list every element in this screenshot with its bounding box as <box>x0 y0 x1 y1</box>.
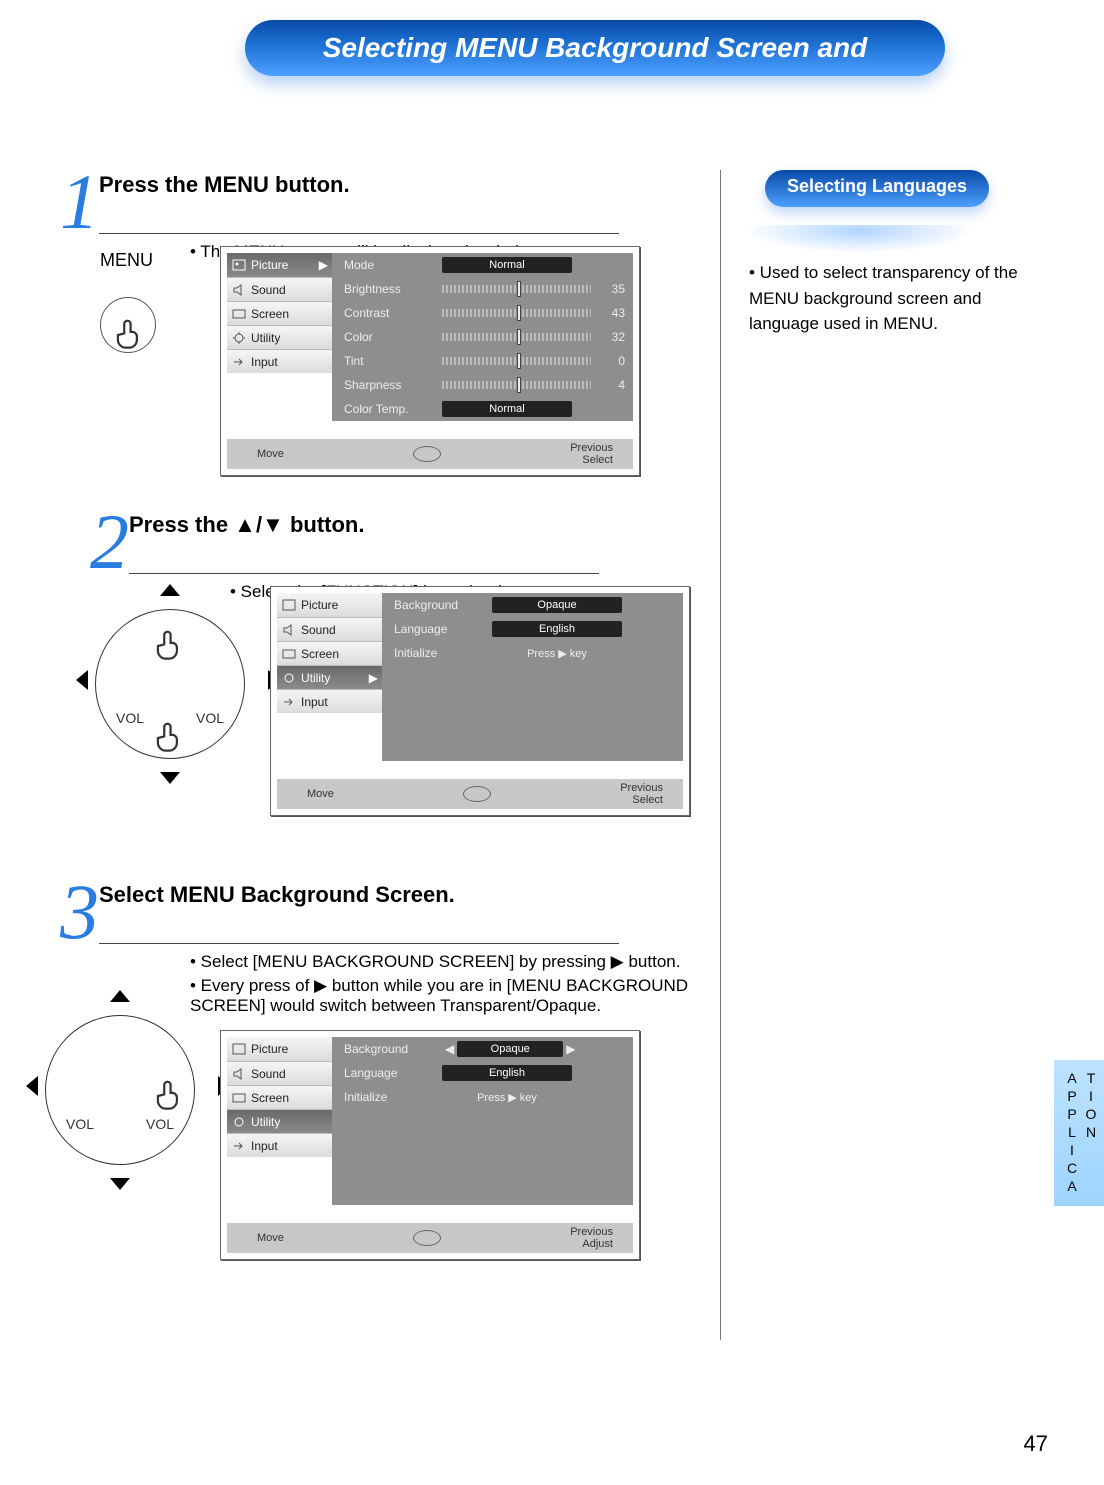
osd-menu-step2: Picture Sound Screen Utility▶ Input Back… <box>270 586 690 816</box>
remote-nav-icon: VOL VOL <box>80 574 260 794</box>
utility-icon <box>281 670 297 686</box>
value-box[interactable]: English <box>442 1065 572 1081</box>
hand-icon <box>150 1072 188 1120</box>
step3-sub1: • Select [MENU BACKGROUND SCREEN] by pre… <box>190 952 700 972</box>
triangle-right-icon: ▶ <box>319 253 328 277</box>
osd-sidebar-item[interactable]: Sound <box>227 277 332 301</box>
osd-sidebar-item[interactable]: Sound <box>277 617 382 641</box>
osd-sidebar: Picture Sound Screen Utility▶ Input <box>277 593 382 761</box>
screen-icon <box>281 646 297 662</box>
triangle-up-icon <box>160 584 180 596</box>
screen-icon <box>231 1090 247 1106</box>
triangle-down-icon <box>160 772 180 784</box>
utility-icon <box>231 330 247 346</box>
step1-number: 1 <box>60 170 99 234</box>
osd-content: ModeNormal Brightness35 Contrast43 Color… <box>332 253 633 421</box>
right-column: Selecting Languages • Used to select tra… <box>720 170 1040 1340</box>
triangle-left-icon <box>76 670 88 690</box>
menu-button-icon <box>100 297 156 353</box>
input-icon <box>231 1138 247 1154</box>
screen-icon <box>231 306 247 322</box>
step2-number: 2 <box>90 510 129 574</box>
step3-title: Select MENU Background Screen. <box>99 882 619 944</box>
step3-number: 3 <box>60 880 99 944</box>
hand-icon <box>150 714 188 762</box>
triangle-right-icon: ▶ <box>369 666 378 690</box>
hand-icon <box>150 622 188 670</box>
dpad-icon <box>409 442 445 466</box>
sound-icon <box>231 282 247 298</box>
osd-sidebar: Picture Sound Screen Utility Input <box>227 1037 332 1205</box>
slider[interactable] <box>442 333 591 341</box>
triangle-left-icon <box>26 1076 38 1096</box>
osd-sidebar: Picture▶ Sound Screen Utility Input <box>227 253 332 421</box>
osd-content: BackgroundOpaque LanguageEnglish Initial… <box>382 593 683 761</box>
osd-sidebar-item[interactable]: Sound <box>227 1061 332 1085</box>
triangle-left-icon[interactable]: ◀ <box>445 1042 454 1056</box>
osd-sidebar-item[interactable]: Utility <box>227 1109 332 1133</box>
utility-icon <box>231 1114 247 1130</box>
osd-hint-bar: Move PreviousSelect <box>227 439 633 469</box>
osd-sidebar-item[interactable]: Screen <box>227 301 332 325</box>
slider[interactable] <box>442 309 591 317</box>
osd-sidebar-item[interactable]: Input <box>227 1133 332 1157</box>
picture-icon <box>231 1041 247 1057</box>
osd-sidebar-item[interactable]: Input <box>277 689 382 713</box>
right-panel-title: Selecting Languages <box>765 170 989 207</box>
osd-sidebar-item[interactable]: Screen <box>277 641 382 665</box>
picture-icon <box>281 597 297 613</box>
step2-title: Press the ▲/▼ button. <box>129 512 599 574</box>
input-icon <box>281 694 297 710</box>
osd-sidebar-item[interactable]: Screen <box>227 1085 332 1109</box>
dpad-icon <box>409 1226 445 1250</box>
picture-icon <box>231 257 247 273</box>
dpad-icon <box>459 782 495 806</box>
osd-sidebar-item[interactable]: Utility▶ <box>277 665 382 689</box>
osd-menu-step1: Picture▶ Sound Screen Utility Input Mode… <box>220 246 640 476</box>
osd-sidebar-item[interactable]: Input <box>227 349 332 373</box>
osd-hint-bar: Move PreviousSelect <box>277 779 683 809</box>
slider[interactable] <box>442 381 591 389</box>
sound-icon <box>231 1066 247 1082</box>
page-title: Selecting MENU Background Screen and Lan… <box>245 20 945 76</box>
osd-sidebar-item[interactable]: Utility <box>227 325 332 349</box>
step3-sub2: • Every press of ▶ button while you are … <box>190 976 700 1016</box>
value-box[interactable]: Normal <box>442 401 572 417</box>
triangle-down-icon <box>110 1178 130 1190</box>
value-text: Press ▶ key <box>442 1091 572 1104</box>
right-panel-text: • Used to select transparency of the MEN… <box>745 260 1040 337</box>
menu-label: MENU <box>100 250 156 271</box>
osd-hint-bar: Move PreviousAdjust <box>227 1223 633 1253</box>
value-box[interactable]: Normal <box>442 257 572 273</box>
page-number: 47 <box>1024 1431 1048 1457</box>
triangle-right-icon[interactable]: ▶ <box>566 1042 575 1056</box>
osd-menu-step3: Picture Sound Screen Utility Input Backg… <box>220 1030 640 1260</box>
value-box[interactable]: Opaque <box>492 597 622 613</box>
osd-sidebar-item[interactable]: Picture▶ <box>227 253 332 277</box>
osd-sidebar-item[interactable]: Picture <box>277 593 382 617</box>
remote-nav-icon: VOL VOL <box>30 980 210 1200</box>
value-box[interactable]: Opaque <box>457 1041 563 1057</box>
value-text: Press ▶ key <box>492 647 622 660</box>
slider[interactable] <box>442 357 591 365</box>
sound-icon <box>281 622 297 638</box>
osd-sidebar-item[interactable]: Picture <box>227 1037 332 1061</box>
side-tab: APPLICA TION <box>1054 1060 1104 1206</box>
step1-title: Press the MENU button. <box>99 172 619 234</box>
value-box[interactable]: English <box>492 621 622 637</box>
slider[interactable] <box>442 285 591 293</box>
osd-content: Background ◀ Opaque ▶ LanguageEnglish In… <box>332 1037 633 1205</box>
input-icon <box>231 354 247 370</box>
triangle-up-icon <box>110 990 130 1002</box>
